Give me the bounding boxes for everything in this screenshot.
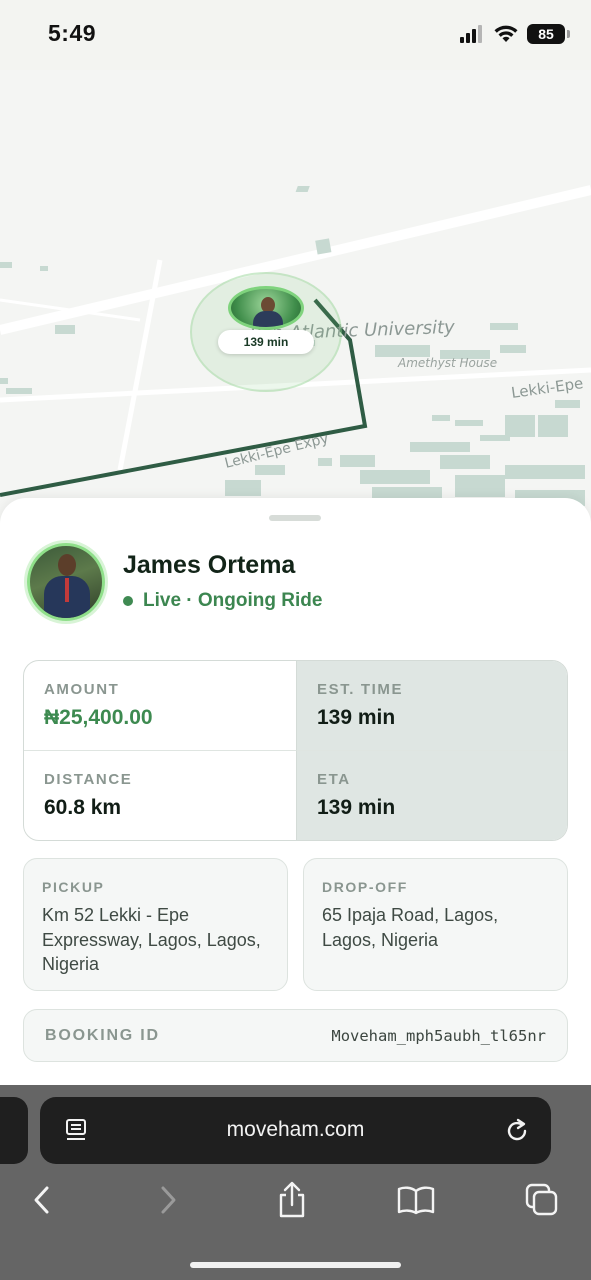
- driver-location-marker[interactable]: 139 min: [190, 272, 342, 392]
- ride-details-sheet: James Ortema Live · Ongoing Ride AMOUNT …: [0, 498, 591, 1098]
- eta-label: ETA: [317, 771, 351, 788]
- ride-status: Live · Ongoing Ride: [123, 590, 322, 612]
- tabs-button[interactable]: [522, 1180, 562, 1220]
- driver-avatar: [27, 543, 105, 621]
- distance-cell: DISTANCE 60.8 km: [24, 751, 296, 840]
- est-time-cell: EST. TIME 139 min: [296, 661, 567, 751]
- chevron-right-icon: [161, 1186, 176, 1214]
- previous-tab-peek[interactable]: [0, 1097, 28, 1164]
- pickup-label: PICKUP: [42, 879, 105, 895]
- booking-id-label: BOOKING ID: [45, 1026, 160, 1044]
- driver-name: James Ortema: [123, 551, 296, 579]
- status-time: 5:49: [48, 20, 97, 46]
- map-label-amethyst: Amethyst House: [397, 356, 497, 370]
- map-road: [117, 259, 163, 471]
- ride-metrics-grid: AMOUNT ₦25,400.00 EST. TIME 139 min DIST…: [23, 660, 568, 841]
- address-bar[interactable]: moveham.com: [40, 1097, 551, 1164]
- bookmarks-button[interactable]: [396, 1180, 436, 1220]
- share-button[interactable]: [272, 1180, 312, 1220]
- amount-cell: AMOUNT ₦25,400.00: [24, 661, 296, 751]
- browser-toolbar: [0, 1180, 591, 1220]
- marker-eta-label: 139 min: [218, 330, 314, 354]
- forward-button[interactable]: [148, 1180, 188, 1220]
- dropoff-card: DROP-OFF 65 Ipaja Road, Lagos, Lagos, Ni…: [303, 858, 568, 991]
- driver-map-avatar: [228, 286, 304, 330]
- amount-value: ₦25,400.00: [44, 706, 153, 729]
- booking-id-row: BOOKING ID Moveham_mph5aubh_tl65nr: [23, 1009, 568, 1062]
- booking-id-value[interactable]: Moveham_mph5aubh_tl65nr: [331, 1027, 546, 1045]
- map-view[interactable]: Pan-Atlantic University Amethyst House L…: [0, 70, 591, 530]
- back-button[interactable]: [22, 1180, 62, 1220]
- est-time-value: 139 min: [317, 706, 396, 729]
- ride-status-text: Live · Ongoing Ride: [143, 590, 323, 611]
- amount-label: AMOUNT: [44, 681, 120, 698]
- sheet-grabber[interactable]: [269, 515, 321, 521]
- browser-chrome: moveham.com: [0, 1085, 591, 1280]
- tabs-icon: [525, 1183, 558, 1216]
- distance-value: 60.8 km: [44, 796, 122, 819]
- eta-value: 139 min: [317, 796, 396, 819]
- pickup-card: PICKUP Km 52 Lekki - Epe Expressway, Lag…: [23, 858, 288, 991]
- url-text[interactable]: moveham.com: [40, 1118, 551, 1142]
- wifi-icon: [494, 25, 518, 42]
- est-time-label: EST. TIME: [317, 681, 404, 698]
- cellular-signal-icon: [460, 25, 482, 43]
- share-icon: [279, 1181, 305, 1218]
- battery-icon: 85: [527, 24, 570, 44]
- pickup-address: Km 52 Lekki - Epe Expressway, Lagos, Lag…: [42, 905, 261, 974]
- eta-cell: ETA 139 min: [296, 751, 567, 840]
- status-bar: 5:49 85: [0, 0, 591, 70]
- live-status-icon: [123, 596, 133, 606]
- distance-label: DISTANCE: [44, 771, 133, 788]
- book-icon: [397, 1186, 435, 1215]
- map-label-lekki-epe: Lekki-Epe: [510, 374, 584, 402]
- status-icons: 85: [459, 24, 570, 44]
- chevron-left-icon: [34, 1186, 49, 1214]
- dropoff-address: 65 Ipaja Road, Lagos, Lagos, Nigeria: [322, 905, 499, 950]
- home-indicator[interactable]: [190, 1262, 401, 1268]
- reload-icon[interactable]: [505, 1117, 531, 1145]
- dropoff-label: DROP-OFF: [322, 879, 408, 895]
